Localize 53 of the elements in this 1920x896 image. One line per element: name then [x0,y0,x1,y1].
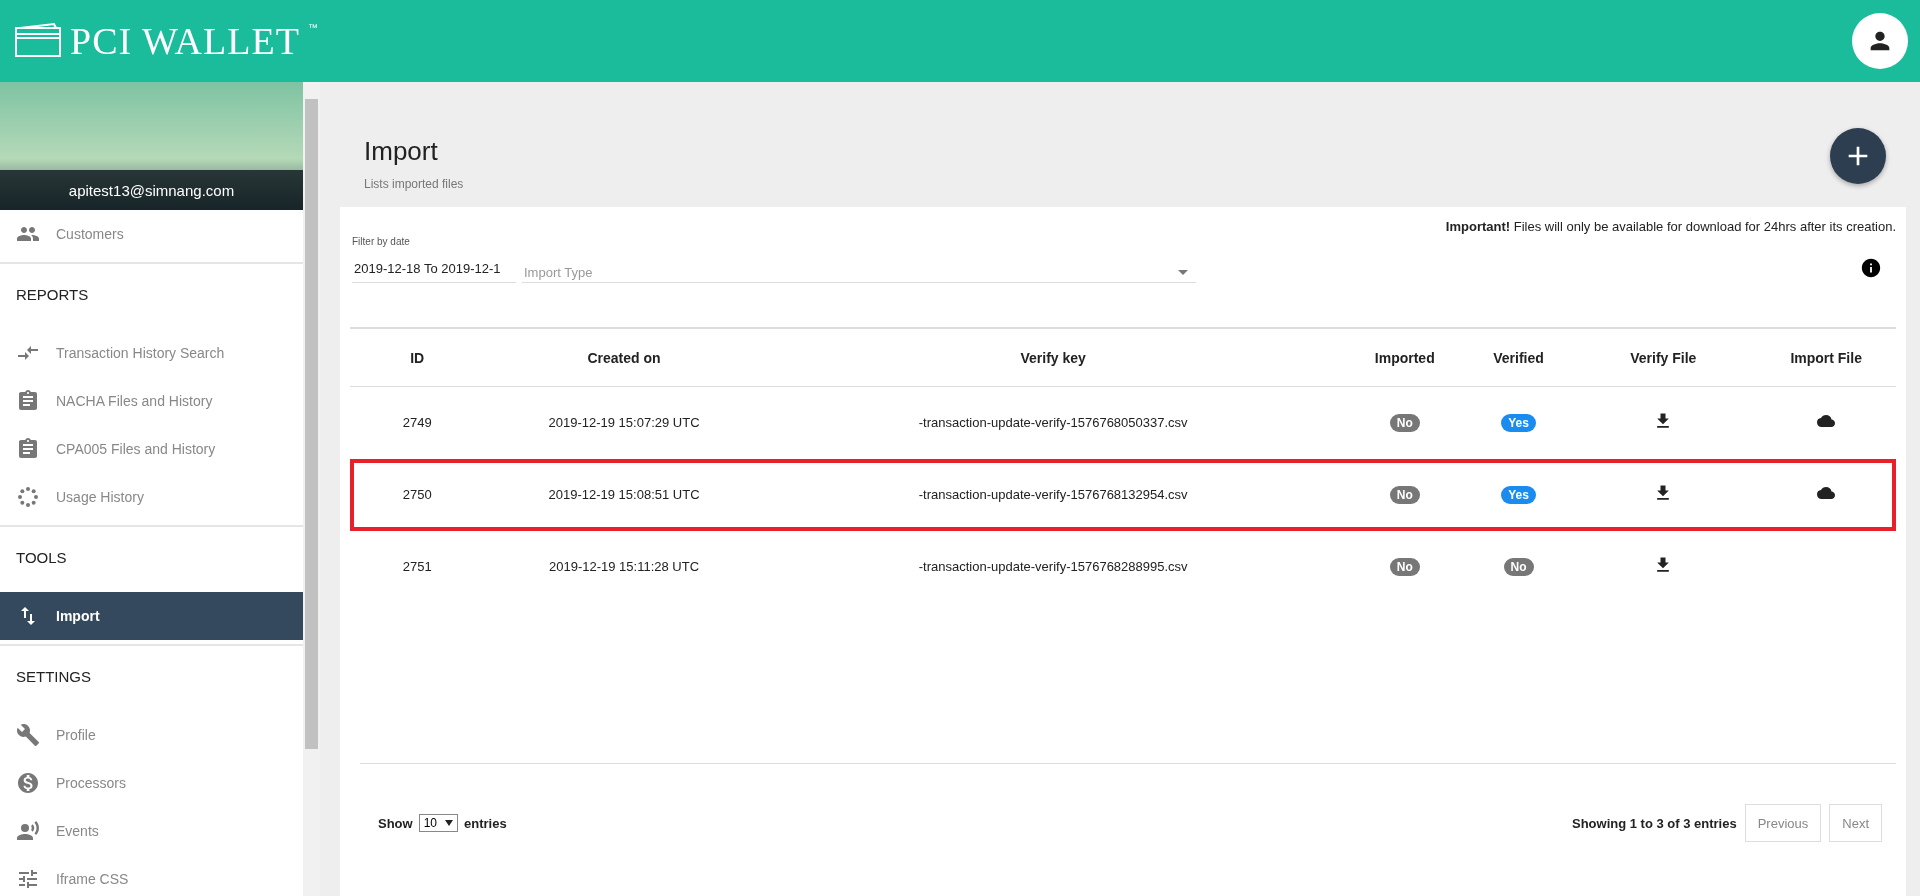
account-button[interactable] [1852,13,1908,69]
column-header: Verify File [1570,328,1757,387]
table-cell: 2751 [350,530,485,603]
table-cell: -transaction-update-verify-1576768288995.csv [763,530,1343,603]
trademark-mark: ™ [307,22,318,33]
entries-summary: Showing 1 to 3 of 3 entries [1572,815,1737,831]
table-cell: 2749 [350,386,485,459]
caret-icon [445,820,454,826]
status-pill: No [1389,485,1420,504]
status-pill: Yes [1501,413,1536,432]
column-header: Created on [484,328,764,387]
page-subtitle: Lists imported files [364,177,464,191]
table-cell: 2019-12-19 15:11:28 UTC [484,530,764,603]
section-heading: SETTINGS [15,667,92,687]
ring-icon [16,485,40,509]
column-header: Imported [1342,328,1467,387]
notice-text: Important! Files will only be available for download for 24hrs after its creation. [1445,218,1896,234]
wrench-icon [16,723,40,747]
wallet-logo-icon [14,22,62,58]
column-header: Verified [1466,328,1571,387]
clipboard-icon [16,437,40,461]
page-title: Import [364,136,439,167]
dollar-icon [16,771,40,795]
section-heading: REPORTS [15,285,90,305]
table-cell: 2019-12-19 15:08:51 UTC [484,458,764,531]
show-label: Show [378,815,413,831]
entries-label: entries [464,815,507,831]
table-cell: -transaction-update-verify-1576768050337.csv [763,386,1343,459]
filter-label: Filter by date [352,236,411,247]
import-type-dropdown[interactable]: Import Type [522,261,1196,283]
table-cell: 2019-12-19 15:07:29 UTC [484,386,764,459]
status-pill: No [1389,413,1420,432]
person-speaking-icon [16,819,40,843]
column-header: Verify key [763,328,1343,387]
info-icon[interactable] [1860,257,1882,279]
status-pill: No [1503,557,1534,576]
column-header: ID [350,328,485,387]
logo-text: PCI WALLET [70,22,300,60]
scroll-thumb[interactable] [305,99,318,749]
table-cell: -transaction-update-verify-1576768132954.csv [763,458,1343,531]
table-cell: 2750 [350,458,485,531]
page-size-select[interactable]: 10 [418,814,459,832]
add-button[interactable] [1830,128,1886,184]
status-pill: No [1389,557,1420,576]
user-email: apitest13@simnang.com [0,170,303,210]
sliders-icon [16,867,40,891]
column-header: Import File [1756,328,1896,387]
clipboard-icon [16,389,40,413]
sidebar-item[interactable]: Import [0,592,303,640]
section-heading: TOOLS [15,548,68,568]
cloud-icon[interactable] [1817,484,1836,502]
status-pill: Yes [1501,485,1536,504]
caret-icon [1178,270,1188,275]
